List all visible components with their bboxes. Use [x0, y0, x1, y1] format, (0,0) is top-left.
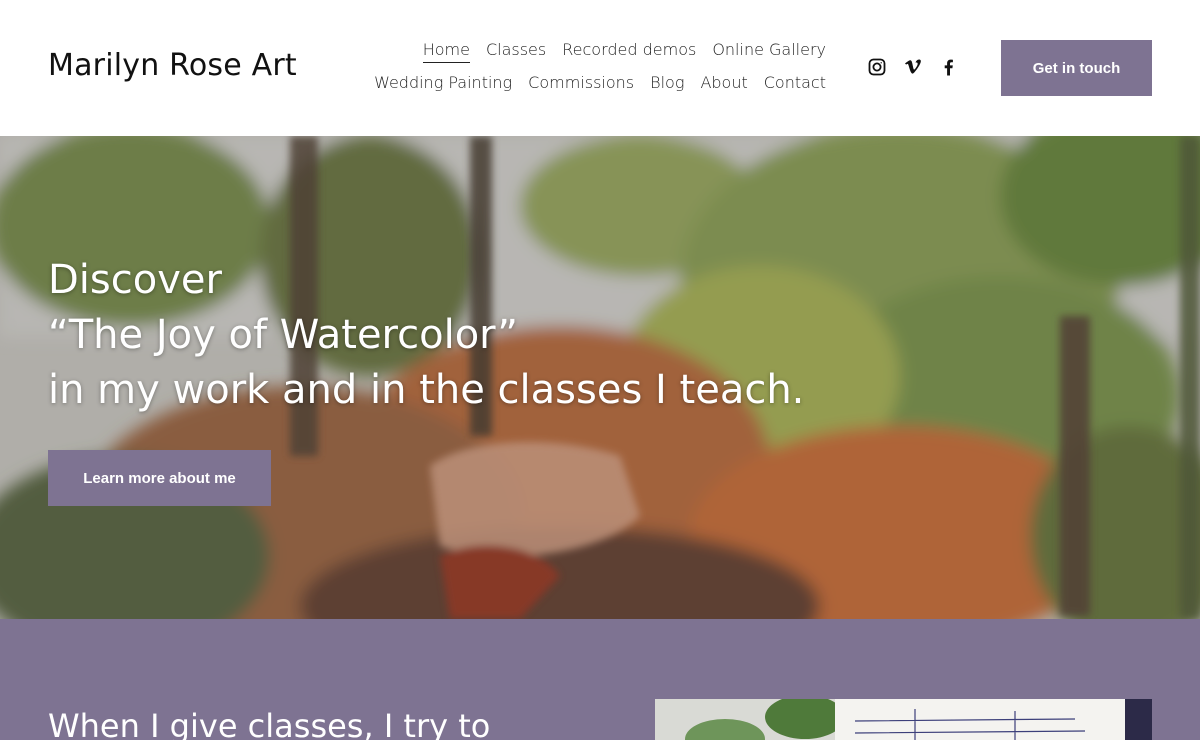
nav-online-gallery[interactable]: Online Gallery	[712, 38, 826, 63]
hero-headline: Discover “The Joy of Watercolor” in my w…	[48, 253, 804, 418]
hero-line-2: “The Joy of Watercolor”	[48, 312, 519, 358]
learn-more-button[interactable]: Learn more about me	[48, 450, 271, 506]
nav-blog[interactable]: Blog	[650, 71, 684, 95]
nav-about[interactable]: About	[700, 71, 747, 95]
main-navigation: Home Classes Recorded demos Online Galle…	[356, 38, 826, 95]
nav-row-2: Wedding Painting Commissions Blog About …	[356, 71, 826, 95]
nav-recorded-demos[interactable]: Recorded demos	[562, 38, 696, 63]
hero-line-1: Discover	[48, 257, 222, 303]
sketch-painting-image	[655, 699, 1152, 740]
classes-intro-section: When I give classes, I try to	[0, 619, 1200, 740]
hero-line-3: in my work and in the classes I teach.	[48, 367, 805, 413]
social-links	[868, 57, 958, 77]
hero-section: Discover “The Joy of Watercolor” in my w…	[0, 136, 1200, 619]
nav-commissions[interactable]: Commissions	[528, 71, 634, 95]
site-title[interactable]: Marilyn Rose Art	[48, 48, 297, 83]
instagram-icon[interactable]	[868, 57, 886, 77]
nav-home[interactable]: Home	[422, 38, 470, 63]
section-heading: When I give classes, I try to	[48, 707, 491, 740]
nav-classes[interactable]: Classes	[486, 38, 546, 63]
get-in-touch-button[interactable]: Get in touch	[1001, 40, 1152, 96]
vimeo-icon[interactable]	[904, 57, 922, 77]
nav-row-1: Home Classes Recorded demos Online Galle…	[356, 38, 826, 63]
nav-contact[interactable]: Contact	[764, 71, 826, 95]
nav-wedding-painting[interactable]: Wedding Painting	[374, 71, 512, 95]
site-header: Marilyn Rose Art Home Classes Recorded d…	[0, 0, 1200, 136]
facebook-icon[interactable]	[940, 57, 958, 77]
